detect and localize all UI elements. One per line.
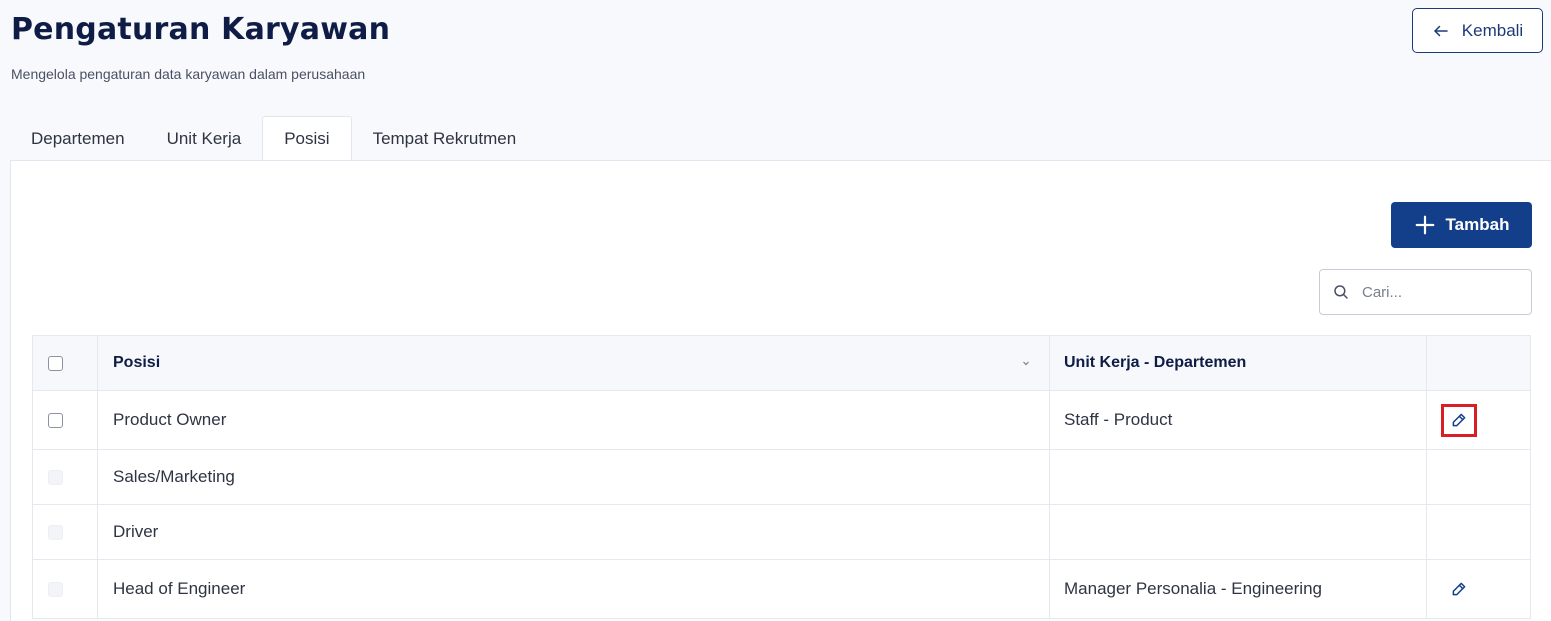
arrow-left-icon bbox=[1434, 25, 1448, 36]
table-row: Driver bbox=[33, 505, 1530, 560]
cell-unit bbox=[1050, 505, 1427, 559]
search-box[interactable] bbox=[1319, 269, 1532, 315]
back-button-label: Kembali bbox=[1461, 20, 1524, 40]
cell-posisi: Driver bbox=[98, 505, 1050, 559]
row-checkbox bbox=[48, 581, 63, 597]
cell-posisi: Product Owner bbox=[98, 391, 1050, 449]
plus-icon bbox=[1415, 215, 1434, 235]
table-row: Product Owner Staff - Product bbox=[33, 391, 1530, 450]
table-header-row: Posisi Unit Kerja - Departemen bbox=[33, 336, 1530, 391]
column-header-posisi-label: Posisi bbox=[113, 354, 161, 371]
select-all-checkbox[interactable] bbox=[48, 355, 63, 371]
column-header-unit: Unit Kerja - Departemen bbox=[1050, 336, 1427, 390]
page-subtitle: Mengelola pengaturan data karyawan dalam… bbox=[11, 66, 366, 82]
edit-button[interactable] bbox=[1441, 403, 1477, 437]
search-icon bbox=[1334, 285, 1348, 299]
column-header-posisi[interactable]: Posisi bbox=[98, 336, 1050, 390]
add-button-label: Tambah bbox=[1445, 215, 1510, 234]
cell-unit: Manager Personalia - Engineering bbox=[1050, 560, 1427, 618]
column-header-actions bbox=[1427, 336, 1530, 390]
add-button[interactable]: Tambah bbox=[1391, 202, 1532, 248]
back-button[interactable]: Kembali bbox=[1412, 8, 1543, 53]
page-title: Pengaturan Karyawan bbox=[11, 12, 391, 47]
chevron-down-icon[interactable] bbox=[1021, 358, 1031, 368]
cell-unit bbox=[1050, 450, 1427, 504]
cell-posisi: Head of Engineer bbox=[98, 560, 1050, 618]
cell-unit: Staff - Product bbox=[1050, 391, 1427, 449]
tab-posisi[interactable]: Posisi bbox=[262, 116, 352, 161]
row-checkbox bbox=[48, 524, 63, 540]
tab-tempat-rekrutmen[interactable]: Tempat Rekrutmen bbox=[352, 116, 538, 161]
tab-panel: Tambah Posisi Unit Kerja - Departemen Pr… bbox=[10, 160, 1551, 621]
edit-button[interactable] bbox=[1441, 573, 1477, 606]
row-checkbox[interactable] bbox=[48, 412, 63, 428]
row-checkbox bbox=[48, 469, 63, 485]
search-input[interactable] bbox=[1362, 283, 1512, 301]
positions-table: Posisi Unit Kerja - Departemen Product O… bbox=[32, 335, 1531, 619]
table-row: Sales/Marketing bbox=[33, 450, 1530, 505]
tab-departemen[interactable]: Departemen bbox=[10, 116, 146, 161]
pencil-icon bbox=[1452, 582, 1466, 596]
cell-posisi: Sales/Marketing bbox=[98, 450, 1050, 504]
pencil-icon bbox=[1452, 413, 1466, 427]
tab-bar: Departemen Unit Kerja Posisi Tempat Rekr… bbox=[10, 116, 537, 161]
tab-unit-kerja[interactable]: Unit Kerja bbox=[146, 116, 263, 161]
table-row: Head of Engineer Manager Personalia - En… bbox=[33, 560, 1530, 619]
